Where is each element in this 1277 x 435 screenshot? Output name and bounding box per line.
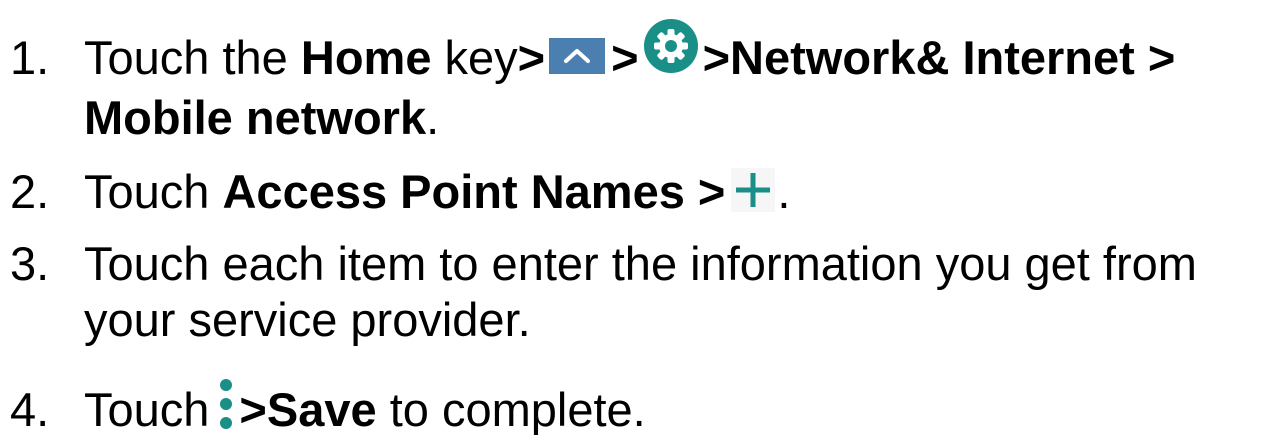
step-text: Touch each item to enter the information… — [84, 236, 1273, 349]
chevron-up-icon — [549, 37, 606, 74]
home-key-label: Home — [300, 31, 432, 84]
step-text-end: . — [426, 90, 440, 144]
separator: > — [517, 31, 546, 84]
step-3: 3. Touch each item to enter the informat… — [10, 236, 1273, 349]
step-text-line2: your service provider. — [84, 293, 531, 347]
step-text: Touch Access Point Names >. — [84, 164, 1273, 220]
step-2: 2. Touch Access Point Names >. — [10, 164, 1273, 220]
access-point-names-label: Access Point Names > — [222, 165, 726, 218]
step-text: Touch >Save to complete. — [84, 378, 1273, 435]
step-text-end: . — [777, 165, 791, 218]
step-number: 4. — [10, 383, 50, 435]
step-number: 3. — [10, 237, 50, 290]
more-vert-icon — [217, 376, 235, 432]
step-text-key: key — [431, 31, 518, 84]
save-label: >Save — [239, 383, 377, 435]
network-internet-path: >Network& Internet > — [702, 31, 1176, 84]
plus-icon — [731, 167, 776, 212]
step-text-pre: Touch — [84, 383, 210, 435]
mobile-network-label: Mobile network — [84, 90, 427, 144]
step-number: 2. — [10, 165, 50, 218]
step-text-end: to complete. — [376, 383, 646, 435]
step-text-pre: Touch the — [84, 31, 301, 84]
step-1: 1. Touch the Home key> > >Network& Intern… — [10, 18, 1273, 146]
step-4: 4. Touch >Save to complete. — [10, 378, 1273, 435]
step-text: Touch the Home key> > >Network& Internet … — [84, 18, 1273, 146]
step-text-pre: Touch — [84, 165, 223, 218]
gear-icon — [643, 18, 699, 74]
step-number: 1. — [10, 31, 50, 84]
separator: > — [611, 31, 639, 84]
step-text-line1: Touch each item to enter the information… — [84, 237, 1197, 290]
